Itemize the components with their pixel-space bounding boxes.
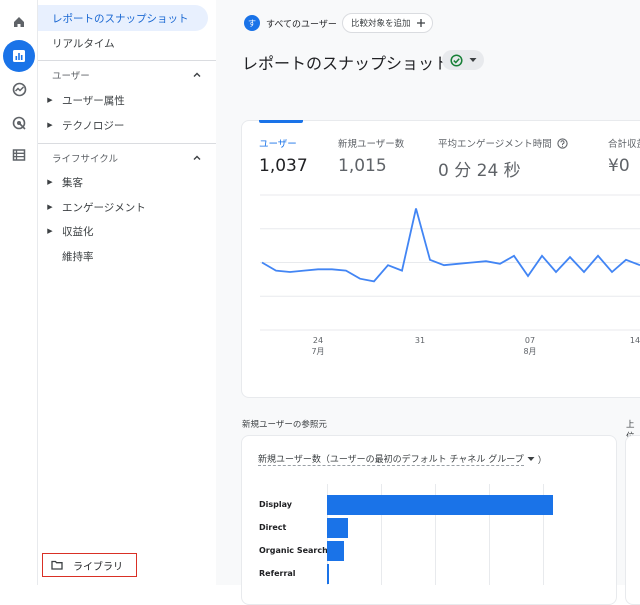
all-users-label: すべてのユーザー <box>266 19 337 30</box>
plus-icon <box>416 19 425 27</box>
explore-icon[interactable] <box>3 73 35 105</box>
list-icon[interactable] <box>3 139 35 171</box>
bar-display[interactable] <box>327 495 553 515</box>
caret-right-icon: ▶ <box>47 121 53 129</box>
bar-label: Referral <box>259 569 296 578</box>
active-metric-indicator <box>259 120 303 123</box>
x-tick-label: 14 <box>630 336 640 345</box>
x-tick-label: 24 <box>313 336 323 345</box>
icon-rail <box>0 0 38 585</box>
metric-label: 新規ユーザー数 <box>338 139 405 150</box>
caret-right-icon: ▶ <box>47 178 53 186</box>
caret-right-icon: ▶ <box>47 203 53 211</box>
nav-item-monetization[interactable]: ▶ 収益化 <box>38 218 208 244</box>
chevron-down-icon <box>469 58 476 62</box>
nav-divider <box>38 60 238 61</box>
nav-item-retention[interactable]: 維持率 <box>38 243 208 269</box>
nav-item-acquisition-label: 集客 <box>62 176 83 189</box>
nav-section-user-label: ユーザー <box>52 71 90 82</box>
chevron-up-icon[interactable] <box>192 153 202 163</box>
metric-value: 1,015 <box>338 156 387 176</box>
avatar: す <box>244 15 260 31</box>
nav-section-lifecycle[interactable]: ライフサイクル <box>52 151 202 165</box>
nav-item-engagement[interactable]: ▶ エンゲージメント <box>38 194 208 220</box>
home-icon[interactable] <box>3 6 35 38</box>
x-tick-label: 07 <box>525 336 535 345</box>
page-title: レポートのスナップショット <box>242 54 451 73</box>
bar-referral[interactable] <box>327 564 329 584</box>
x-tick-label: 7月 <box>311 347 324 356</box>
help-icon[interactable] <box>557 138 568 149</box>
bar-label: Direct <box>259 523 287 532</box>
add-comparison-button[interactable]: 比較対象を追加 <box>342 13 433 33</box>
all-users-chip[interactable]: す すべてのユーザー <box>242 13 345 33</box>
nav-section-lifecycle-label: ライフサイクル <box>52 154 119 165</box>
metric-label: ユーザー <box>259 139 297 150</box>
right-card <box>625 435 640 605</box>
report-nav: レポートのスナップショット リアルタイム ユーザー ▶ ユーザー属性 ▶ テクノ… <box>38 0 238 585</box>
metric-new-users[interactable]: 新規ユーザー数 1,015 <box>338 136 404 176</box>
metric-engagement-time[interactable]: 平均エンゲージメント時間 0 分 24 秒 <box>438 136 568 181</box>
library-button[interactable]: ライブラリ <box>42 553 137 577</box>
bar-label: Organic Search <box>259 546 328 555</box>
metric-revenue[interactable]: 合計収益 ¥0 <box>608 136 640 176</box>
add-comparison-label: 比較対象を追加 <box>351 19 411 29</box>
metric-users[interactable]: ユーザー 1,037 <box>259 136 308 176</box>
nav-item-technology[interactable]: ▶ テクノロジー <box>38 112 208 138</box>
reports-icon[interactable] <box>3 40 35 72</box>
nav-item-snapshot[interactable]: レポートのスナップショット <box>38 5 208 31</box>
nav-item-monetization-label: 収益化 <box>62 225 94 238</box>
metric-value: ¥0 <box>608 156 630 176</box>
main-content: す すべてのユーザー 比較対象を追加 レポートのスナップショット ユーザー 1,… <box>216 0 640 605</box>
nav-item-user-attr[interactable]: ▶ ユーザー属性 <box>38 87 208 113</box>
metric-value: 0 分 24 秒 <box>438 161 521 181</box>
bar-label: Display <box>259 500 292 509</box>
status-dropdown[interactable] <box>442 50 484 70</box>
metric-label: 平均エンゲージメント時間 <box>438 136 568 150</box>
caret-right-icon: ▶ <box>47 96 53 104</box>
check-circle-icon <box>449 53 463 67</box>
referral-dimension-dropdown[interactable]: 新規ユーザー数（ユーザーの最初のデフォルト チャネル グループ ） <box>258 452 547 466</box>
chevron-down-icon <box>527 457 535 461</box>
x-tick-label: 8月 <box>523 347 536 356</box>
nav-item-acquisition[interactable]: ▶ 集客 <box>38 169 208 195</box>
metric-label-text: 平均エンゲージメント時間 <box>438 139 552 150</box>
metric-label: 合計収益 <box>608 139 640 150</box>
library-label: ライブラリ <box>73 561 123 573</box>
bar-organic-search[interactable] <box>327 541 345 561</box>
nav-divider <box>38 143 238 144</box>
bar-direct[interactable] <box>327 518 348 538</box>
metric-value: 1,037 <box>259 156 308 176</box>
referral-dropdown-label: 新規ユーザー数（ユーザーの最初のデフォルト チャネル グループ <box>258 452 524 466</box>
series-line <box>261 208 640 283</box>
users-line-chart: 24 7月 31 07 8月 14 <box>260 194 640 356</box>
nav-item-technology-label: テクノロジー <box>62 119 125 132</box>
nav-item-engagement-label: エンゲージメント <box>62 201 146 214</box>
caret-right-icon: ▶ <box>47 227 53 235</box>
advertising-icon[interactable] <box>3 107 35 139</box>
chevron-up-icon[interactable] <box>192 70 202 80</box>
referral-section-title: 新規ユーザーの参照元 <box>242 420 327 430</box>
nav-item-realtime[interactable]: リアルタイム <box>38 30 208 56</box>
x-tick-label: 31 <box>415 336 425 345</box>
nav-item-user-attr-label: ユーザー属性 <box>62 94 125 107</box>
nav-section-user[interactable]: ユーザー <box>52 68 202 82</box>
folder-icon <box>51 560 63 570</box>
